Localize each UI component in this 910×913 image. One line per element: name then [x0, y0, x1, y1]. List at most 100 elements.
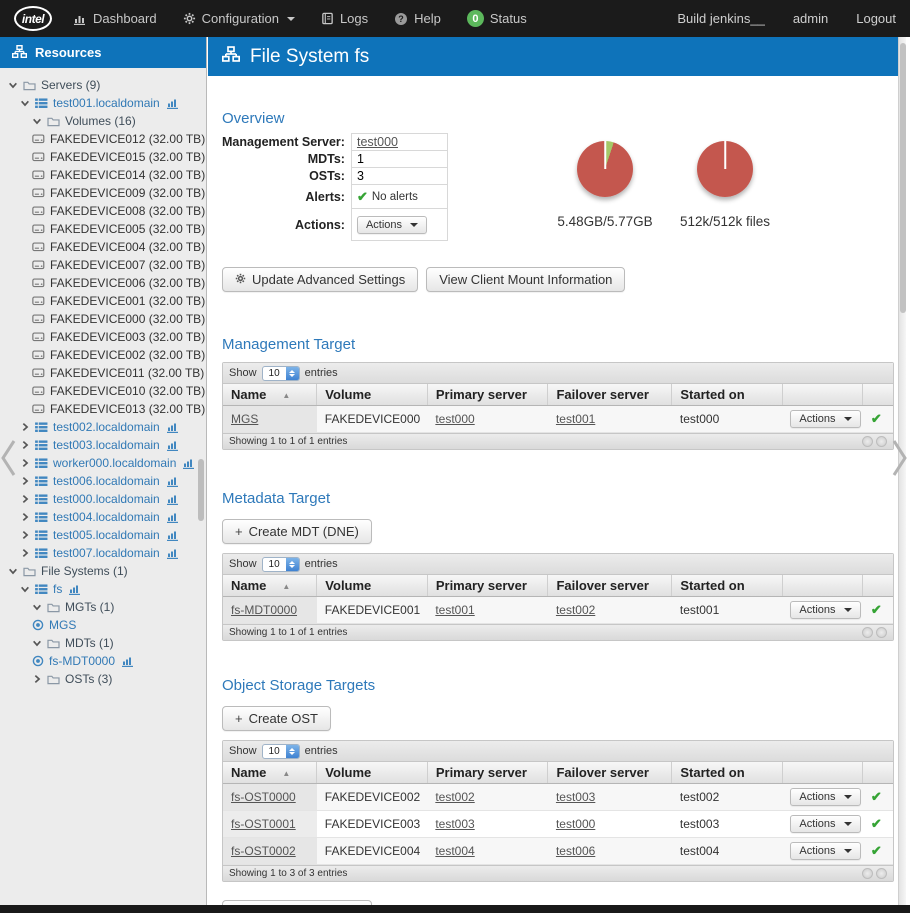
page-next-chevron-icon[interactable] — [892, 438, 908, 478]
tree-item-label[interactable]: FAKEDEVICE009 (32.00 TB) — [50, 186, 205, 200]
tree-item[interactable]: MDTs (1) — [0, 634, 206, 652]
tree-item[interactable]: test006.localdomain — [0, 472, 206, 490]
tree-item[interactable]: test002.localdomain — [0, 418, 206, 436]
mini-chart-icon[interactable] — [183, 458, 195, 469]
tree-item-label[interactable]: FAKEDEVICE001 (32.00 TB) — [50, 294, 205, 308]
page-size-select[interactable]: 10 — [262, 557, 300, 572]
tree-item[interactable]: FAKEDEVICE009 (32.00 TB) — [0, 184, 206, 202]
tree-item-label[interactable]: MGS — [49, 618, 76, 632]
col-header-failover[interactable]: Failover server — [548, 762, 672, 784]
tree-chevron-icon[interactable] — [20, 422, 30, 432]
tree-item-label[interactable]: FAKEDEVICE006 (32.00 TB) — [50, 276, 205, 290]
tree-item[interactable]: test007.localdomain — [0, 544, 206, 562]
nav-logs[interactable]: Logs — [321, 11, 368, 26]
tree-item-label[interactable]: FAKEDEVICE003 (32.00 TB) — [50, 330, 205, 344]
tree-item[interactable]: fs — [0, 580, 206, 598]
tree-item-label[interactable]: OSTs (3) — [65, 672, 112, 686]
tree-item[interactable]: FAKEDEVICE001 (32.00 TB) — [0, 292, 206, 310]
target-name-link[interactable]: fs-OST0000 — [231, 790, 296, 804]
row-actions-button[interactable]: Actions — [790, 601, 860, 619]
mini-chart-icon[interactable] — [167, 98, 179, 109]
tree-item[interactable]: FAKEDEVICE004 (32.00 TB) — [0, 238, 206, 256]
tree-item-label[interactable]: FAKEDEVICE014 (32.00 TB) — [50, 168, 205, 182]
target-name-link[interactable]: fs-OST0002 — [231, 844, 296, 858]
tree-item-label[interactable]: MGTs (1) — [65, 600, 114, 614]
tree-item[interactable]: FAKEDEVICE008 (32.00 TB) — [0, 202, 206, 220]
col-header-primary[interactable]: Primary server — [427, 575, 548, 597]
tree-item-label[interactable]: FAKEDEVICE005 (32.00 TB) — [50, 222, 205, 236]
tree-item[interactable]: Servers (9) — [0, 76, 206, 94]
tree-item[interactable]: FAKEDEVICE010 (32.00 TB) — [0, 382, 206, 400]
tree-item[interactable]: File Systems (1) — [0, 562, 206, 580]
tree-chevron-icon[interactable] — [20, 458, 30, 468]
col-header-started[interactable]: Started on — [672, 575, 783, 597]
row-actions-button[interactable]: Actions — [790, 815, 860, 833]
mini-chart-icon[interactable] — [167, 530, 179, 541]
tree-item-label[interactable]: FAKEDEVICE013 (32.00 TB) — [50, 402, 205, 416]
view-client-mount-button[interactable]: View Client Mount Information — [426, 267, 625, 292]
pagination-prev-button[interactable] — [862, 627, 873, 638]
tree-item-label[interactable]: File Systems (1) — [41, 564, 128, 578]
tree-item[interactable]: FAKEDEVICE014 (32.00 TB) — [0, 166, 206, 184]
col-header-volume[interactable]: Volume — [317, 384, 428, 406]
tree-item[interactable]: FAKEDEVICE000 (32.00 TB) — [0, 310, 206, 328]
col-header-volume[interactable]: Volume — [317, 575, 428, 597]
tree-item-label[interactable]: FAKEDEVICE004 (32.00 TB) — [50, 240, 205, 254]
primary-server-link[interactable]: test004 — [435, 844, 474, 858]
row-actions-button[interactable]: Actions — [790, 410, 860, 428]
tree-item-label[interactable]: FAKEDEVICE002 (32.00 TB) — [50, 348, 205, 362]
tree-item-label[interactable]: FAKEDEVICE000 (32.00 TB) — [50, 312, 205, 326]
col-header-started[interactable]: Started on — [672, 384, 783, 406]
mini-chart-icon[interactable] — [167, 494, 179, 505]
tree-chevron-icon[interactable] — [20, 530, 30, 540]
tree-item[interactable]: test005.localdomain — [0, 526, 206, 544]
page-size-select[interactable]: 10 — [262, 744, 300, 759]
tree-chevron-icon[interactable] — [20, 548, 30, 558]
row-actions-button[interactable]: Actions — [790, 842, 860, 860]
tree-item-label[interactable]: Servers (9) — [41, 78, 100, 92]
primary-server-link[interactable]: test000 — [435, 412, 474, 426]
tree-item-label[interactable]: FAKEDEVICE007 (32.00 TB) — [50, 258, 205, 272]
col-header-name[interactable]: Name▲ — [223, 384, 317, 406]
tree-item[interactable]: FAKEDEVICE006 (32.00 TB) — [0, 274, 206, 292]
mini-chart-icon[interactable] — [69, 584, 81, 595]
tree-item[interactable]: test003.localdomain — [0, 436, 206, 454]
nav-configuration[interactable]: Configuration — [183, 11, 295, 26]
tree-item[interactable]: MGS — [0, 616, 206, 634]
tree-item-label[interactable]: MDTs (1) — [65, 636, 114, 650]
failover-server-link[interactable]: test001 — [556, 412, 595, 426]
tree-chevron-icon[interactable] — [32, 602, 42, 612]
nav-status[interactable]: 0 Status — [467, 10, 527, 27]
tree-item[interactable]: MGTs (1) — [0, 598, 206, 616]
tree-item[interactable]: FAKEDEVICE012 (32.00 TB) — [0, 130, 206, 148]
mini-chart-icon[interactable] — [167, 440, 179, 451]
sidebar-scrollbar-thumb[interactable] — [198, 459, 204, 521]
tree-item-label[interactable]: test001.localdomain — [53, 96, 160, 110]
pagination-next-button[interactable] — [876, 436, 887, 447]
pagination-next-button[interactable] — [876, 627, 887, 638]
pagination-prev-button[interactable] — [862, 868, 873, 879]
tree-item[interactable]: worker000.localdomain — [0, 454, 206, 472]
tree-item-label[interactable]: test003.localdomain — [53, 438, 160, 452]
update-advanced-settings-button[interactable]: Update Advanced Settings — [222, 267, 418, 292]
nav-help[interactable]: ? Help — [394, 11, 441, 26]
management-server-link[interactable]: test000 — [357, 135, 398, 149]
page-size-select[interactable]: 10 — [262, 366, 300, 381]
pagination-prev-button[interactable] — [862, 436, 873, 447]
tree-chevron-icon[interactable] — [20, 440, 30, 450]
target-name-link[interactable]: fs-MDT0000 — [231, 603, 297, 617]
tree-item[interactable]: FAKEDEVICE003 (32.00 TB) — [0, 328, 206, 346]
pagination-next-button[interactable] — [876, 868, 887, 879]
tree-item-label[interactable]: test005.localdomain — [53, 528, 160, 542]
tree-item[interactable]: FAKEDEVICE005 (32.00 TB) — [0, 220, 206, 238]
tree-item[interactable]: test000.localdomain — [0, 490, 206, 508]
col-header-failover[interactable]: Failover server — [548, 575, 672, 597]
failover-server-link[interactable]: test003 — [556, 790, 595, 804]
mini-chart-icon[interactable] — [167, 512, 179, 523]
tree-chevron-icon[interactable] — [20, 98, 30, 108]
tree-chevron-icon[interactable] — [20, 494, 30, 504]
tree-item[interactable]: OSTs (3) — [0, 670, 206, 688]
tree-chevron-icon[interactable] — [32, 116, 42, 126]
tree-item-label[interactable]: FAKEDEVICE008 (32.00 TB) — [50, 204, 205, 218]
primary-server-link[interactable]: test002 — [435, 790, 474, 804]
